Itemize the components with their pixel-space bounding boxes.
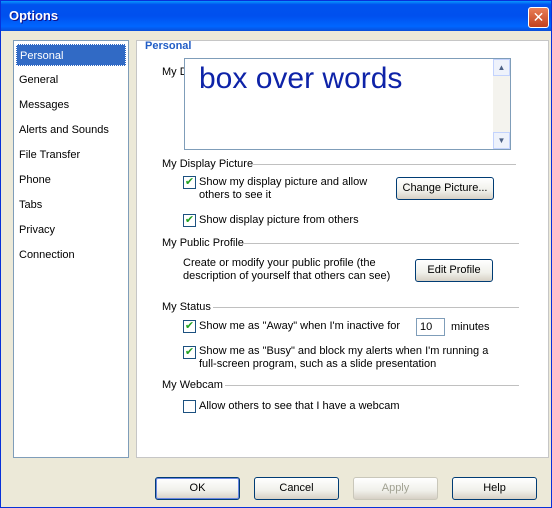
check-icon: ✔	[184, 176, 195, 188]
display-picture-divider	[253, 164, 516, 165]
apply-button[interactable]: Apply	[353, 477, 438, 500]
busy-checkbox[interactable]: ✔	[183, 346, 196, 359]
nav-item-alerts-and-sounds[interactable]: Alerts and Sounds	[16, 119, 126, 141]
public-profile-section-label: My Public Profile	[162, 237, 244, 249]
nav-item-connection[interactable]: Connection	[16, 244, 126, 266]
show-my-picture-label: Show my display picture and allow others…	[199, 176, 368, 201]
webcam-divider	[225, 385, 519, 386]
help-button[interactable]: Help	[452, 477, 537, 500]
options-dialog: Options ✕ Personal General Messages Aler…	[0, 0, 552, 508]
show-my-picture-checkbox[interactable]: ✔	[183, 176, 196, 189]
away-minutes-input[interactable]	[416, 318, 445, 336]
check-icon: ✔	[184, 320, 195, 332]
show-others-picture-label: Show display picture from others	[199, 214, 359, 226]
edit-profile-button[interactable]: Edit Profile	[415, 259, 493, 282]
category-list: Personal General Messages Alerts and Sou…	[13, 40, 129, 458]
webcam-checkbox[interactable]	[183, 400, 196, 413]
public-profile-divider	[243, 243, 519, 244]
scroll-up-icon[interactable]: ▲	[493, 59, 510, 76]
nav-item-privacy[interactable]: Privacy	[16, 219, 126, 241]
away-minutes-unit: minutes	[451, 321, 490, 333]
status-divider	[213, 307, 519, 308]
personal-message-box[interactable]: box over words ▲ ▼	[184, 58, 511, 150]
status-section-label: My Status	[162, 301, 211, 313]
page-title: Personal	[145, 40, 192, 52]
nav-item-tabs[interactable]: Tabs	[16, 194, 126, 216]
webcam-section-label: My Webcam	[162, 379, 223, 391]
change-picture-button[interactable]: Change Picture...	[396, 177, 494, 200]
close-button[interactable]: ✕	[528, 7, 549, 28]
away-checkbox[interactable]: ✔	[183, 320, 196, 333]
away-label: Show me as "Away" when I'm inactive for	[199, 320, 401, 332]
public-profile-description: Create or modify your public profile (th…	[183, 257, 391, 282]
message-scrollbar[interactable]: ▲ ▼	[493, 59, 510, 149]
personal-message-text: box over words	[199, 62, 403, 95]
nav-item-general[interactable]: General	[16, 69, 126, 91]
nav-item-messages[interactable]: Messages	[16, 94, 126, 116]
window-title: Options	[9, 8, 59, 23]
scroll-down-icon[interactable]: ▼	[493, 132, 510, 149]
check-icon: ✔	[184, 214, 195, 226]
display-picture-section-label: My Display Picture	[162, 158, 254, 170]
nav-item-file-transfer[interactable]: File Transfer	[16, 144, 126, 166]
cancel-button[interactable]: Cancel	[254, 477, 339, 500]
title-bar[interactable]: Options ✕	[1, 1, 551, 31]
nav-item-phone[interactable]: Phone	[16, 169, 126, 191]
nav-item-personal[interactable]: Personal	[16, 44, 126, 66]
close-icon: ✕	[532, 9, 545, 25]
check-icon: ✔	[184, 346, 195, 358]
ok-button[interactable]: OK	[155, 477, 240, 500]
webcam-label: Allow others to see that I have a webcam	[199, 400, 400, 412]
busy-label: Show me as "Busy" and block my alerts wh…	[199, 345, 489, 370]
show-others-picture-checkbox[interactable]: ✔	[183, 214, 196, 227]
